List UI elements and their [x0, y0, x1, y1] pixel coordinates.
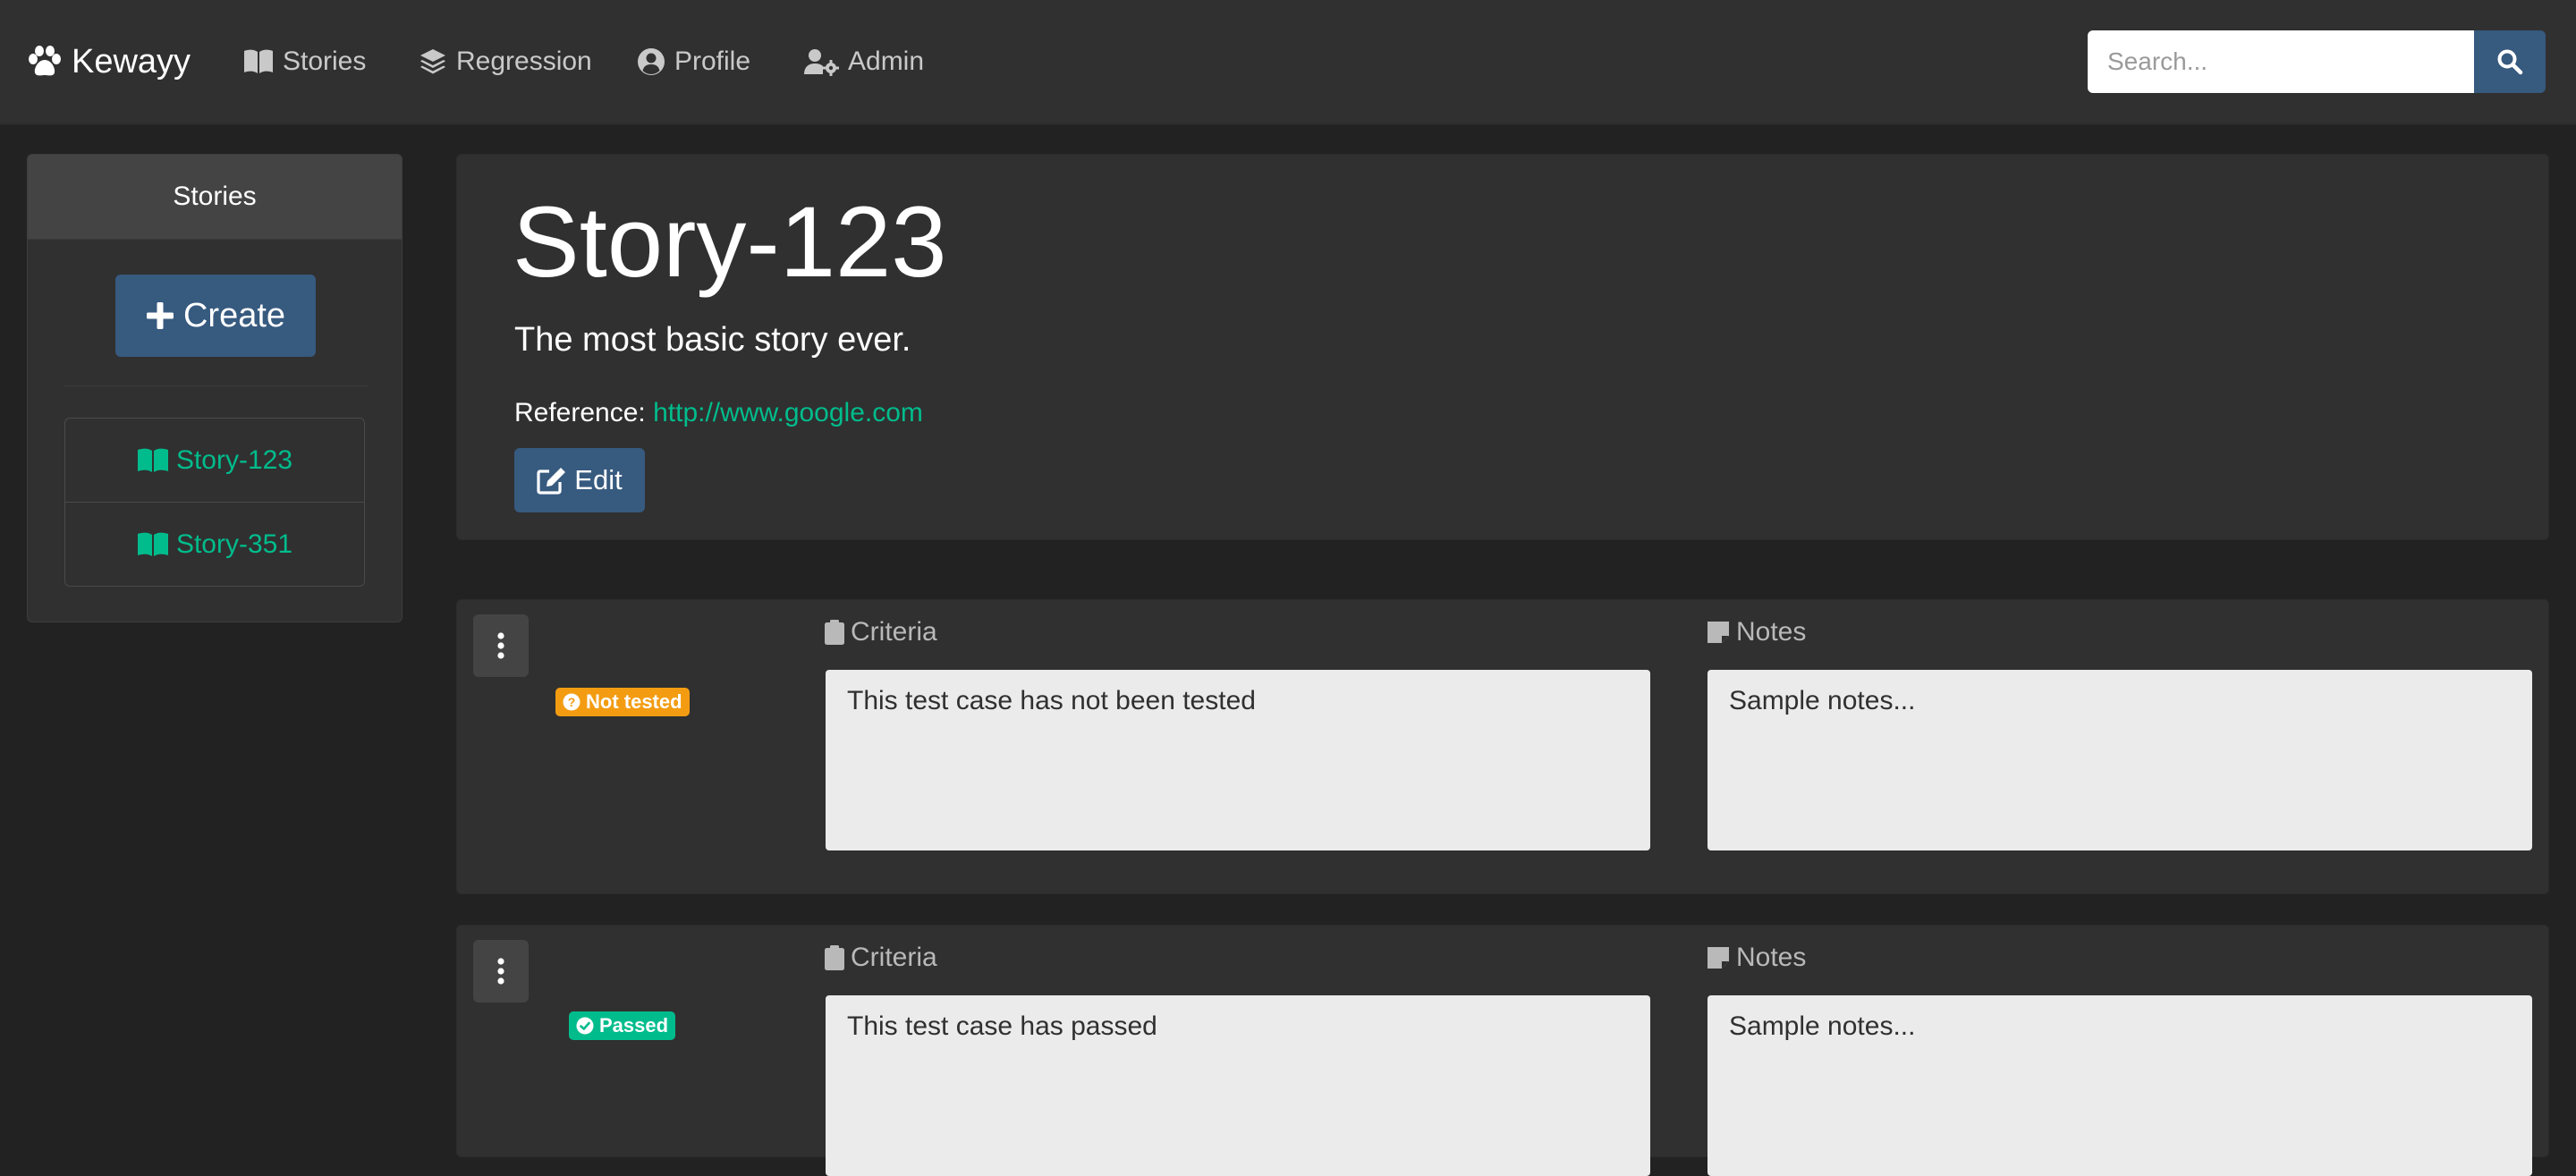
clipboard-icon	[825, 620, 844, 645]
notes-label-text: Notes	[1736, 943, 1807, 972]
navbar: Kewayy Stories Regression Profile Admin …	[0, 0, 2576, 125]
nav-link-stories[interactable]: Stories	[243, 36, 366, 88]
book-icon	[244, 49, 273, 73]
criteria-textbox[interactable]: This test case has passed	[826, 995, 1650, 1176]
nav-link-label: Admin	[848, 47, 925, 76]
brand-name: Kewayy	[72, 42, 191, 80]
story-title: Story-123	[513, 186, 947, 298]
criteria-label: Criteria	[824, 940, 937, 976]
criteria-label: Criteria	[824, 614, 937, 650]
notes-label: Notes	[1706, 940, 1806, 976]
layers-icon	[420, 49, 445, 74]
status-badge: Passed	[569, 1011, 676, 1040]
nav-link-regression[interactable]: Regression	[419, 36, 592, 88]
create-story-button[interactable]: Create	[115, 275, 316, 357]
nav-link-label: Profile	[674, 47, 751, 76]
story-description: The most basic story ever.	[514, 321, 911, 359]
create-label: Create	[182, 296, 286, 334]
sticky-note-icon	[1707, 947, 1729, 969]
story-list-item-label: Story-351	[175, 529, 293, 559]
test-case-menu-button[interactable]	[473, 614, 529, 677]
check-circle-icon	[576, 1017, 594, 1035]
nav-link-profile[interactable]: Profile	[637, 36, 750, 88]
user-circle-icon	[638, 48, 665, 75]
status-badge-label: Not tested	[586, 690, 682, 713]
reference-label: Reference:	[514, 398, 646, 427]
user-cog-icon	[804, 49, 839, 76]
status-badge: ? Not tested	[555, 688, 690, 716]
notes-label: Notes	[1706, 614, 1806, 650]
status-badge-label: Passed	[599, 1014, 669, 1036]
svg-text:?: ?	[568, 695, 576, 709]
clipboard-icon	[825, 945, 844, 970]
edit-story-button[interactable]: Edit	[514, 448, 645, 512]
question-circle-icon: ?	[563, 693, 580, 711]
notes-textbox[interactable]: Sample notes...	[1707, 670, 2532, 850]
edit-icon	[537, 468, 566, 495]
test-case-menu-button[interactable]	[473, 940, 529, 1003]
search-icon	[2497, 49, 2523, 75]
sticky-note-icon	[1707, 622, 1729, 643]
test-case-card: Passed Criteria Notes This test case has…	[456, 925, 2549, 1176]
nav-link-label: Regression	[456, 47, 592, 76]
sidebar-divider	[64, 385, 368, 386]
book-open-icon	[137, 532, 168, 556]
edit-label: Edit	[574, 464, 623, 495]
reference-link[interactable]: http://www.google.com	[653, 398, 923, 427]
story-list-item[interactable]: Story-351	[65, 502, 364, 586]
brand-link[interactable]: Kewayy	[27, 36, 191, 88]
book-open-icon	[137, 448, 168, 472]
story-header-panel: Story-123 The most basic story ever. Ref…	[456, 154, 2549, 540]
search-form	[2088, 30, 2546, 93]
notes-textbox[interactable]: Sample notes...	[1707, 995, 2532, 1176]
story-reference: Reference: http://www.google.com	[514, 398, 923, 428]
plus-icon	[146, 302, 174, 329]
story-list-item[interactable]: Story-123	[65, 419, 364, 502]
search-input[interactable]	[2088, 30, 2474, 93]
ellipsis-vertical-icon	[497, 958, 504, 985]
criteria-label-text: Criteria	[851, 617, 937, 647]
notes-label-text: Notes	[1736, 617, 1807, 647]
test-case-card: ? Not tested Criteria Notes This test ca…	[456, 599, 2549, 894]
story-list: Story-123 Story-351	[64, 418, 365, 587]
nav-link-label: Stories	[283, 47, 367, 76]
nav-link-admin[interactable]: Admin	[803, 36, 924, 88]
story-list-item-label: Story-123	[175, 444, 293, 475]
ellipsis-vertical-icon	[497, 632, 504, 659]
paw-icon	[29, 46, 61, 76]
criteria-label-text: Criteria	[851, 943, 937, 972]
stories-sidebar: Stories Create Story-123 Story-351	[27, 154, 402, 622]
search-button[interactable]	[2474, 30, 2546, 93]
sidebar-title: Stories	[28, 155, 402, 240]
criteria-textbox[interactable]: This test case has not been tested	[826, 670, 1650, 850]
